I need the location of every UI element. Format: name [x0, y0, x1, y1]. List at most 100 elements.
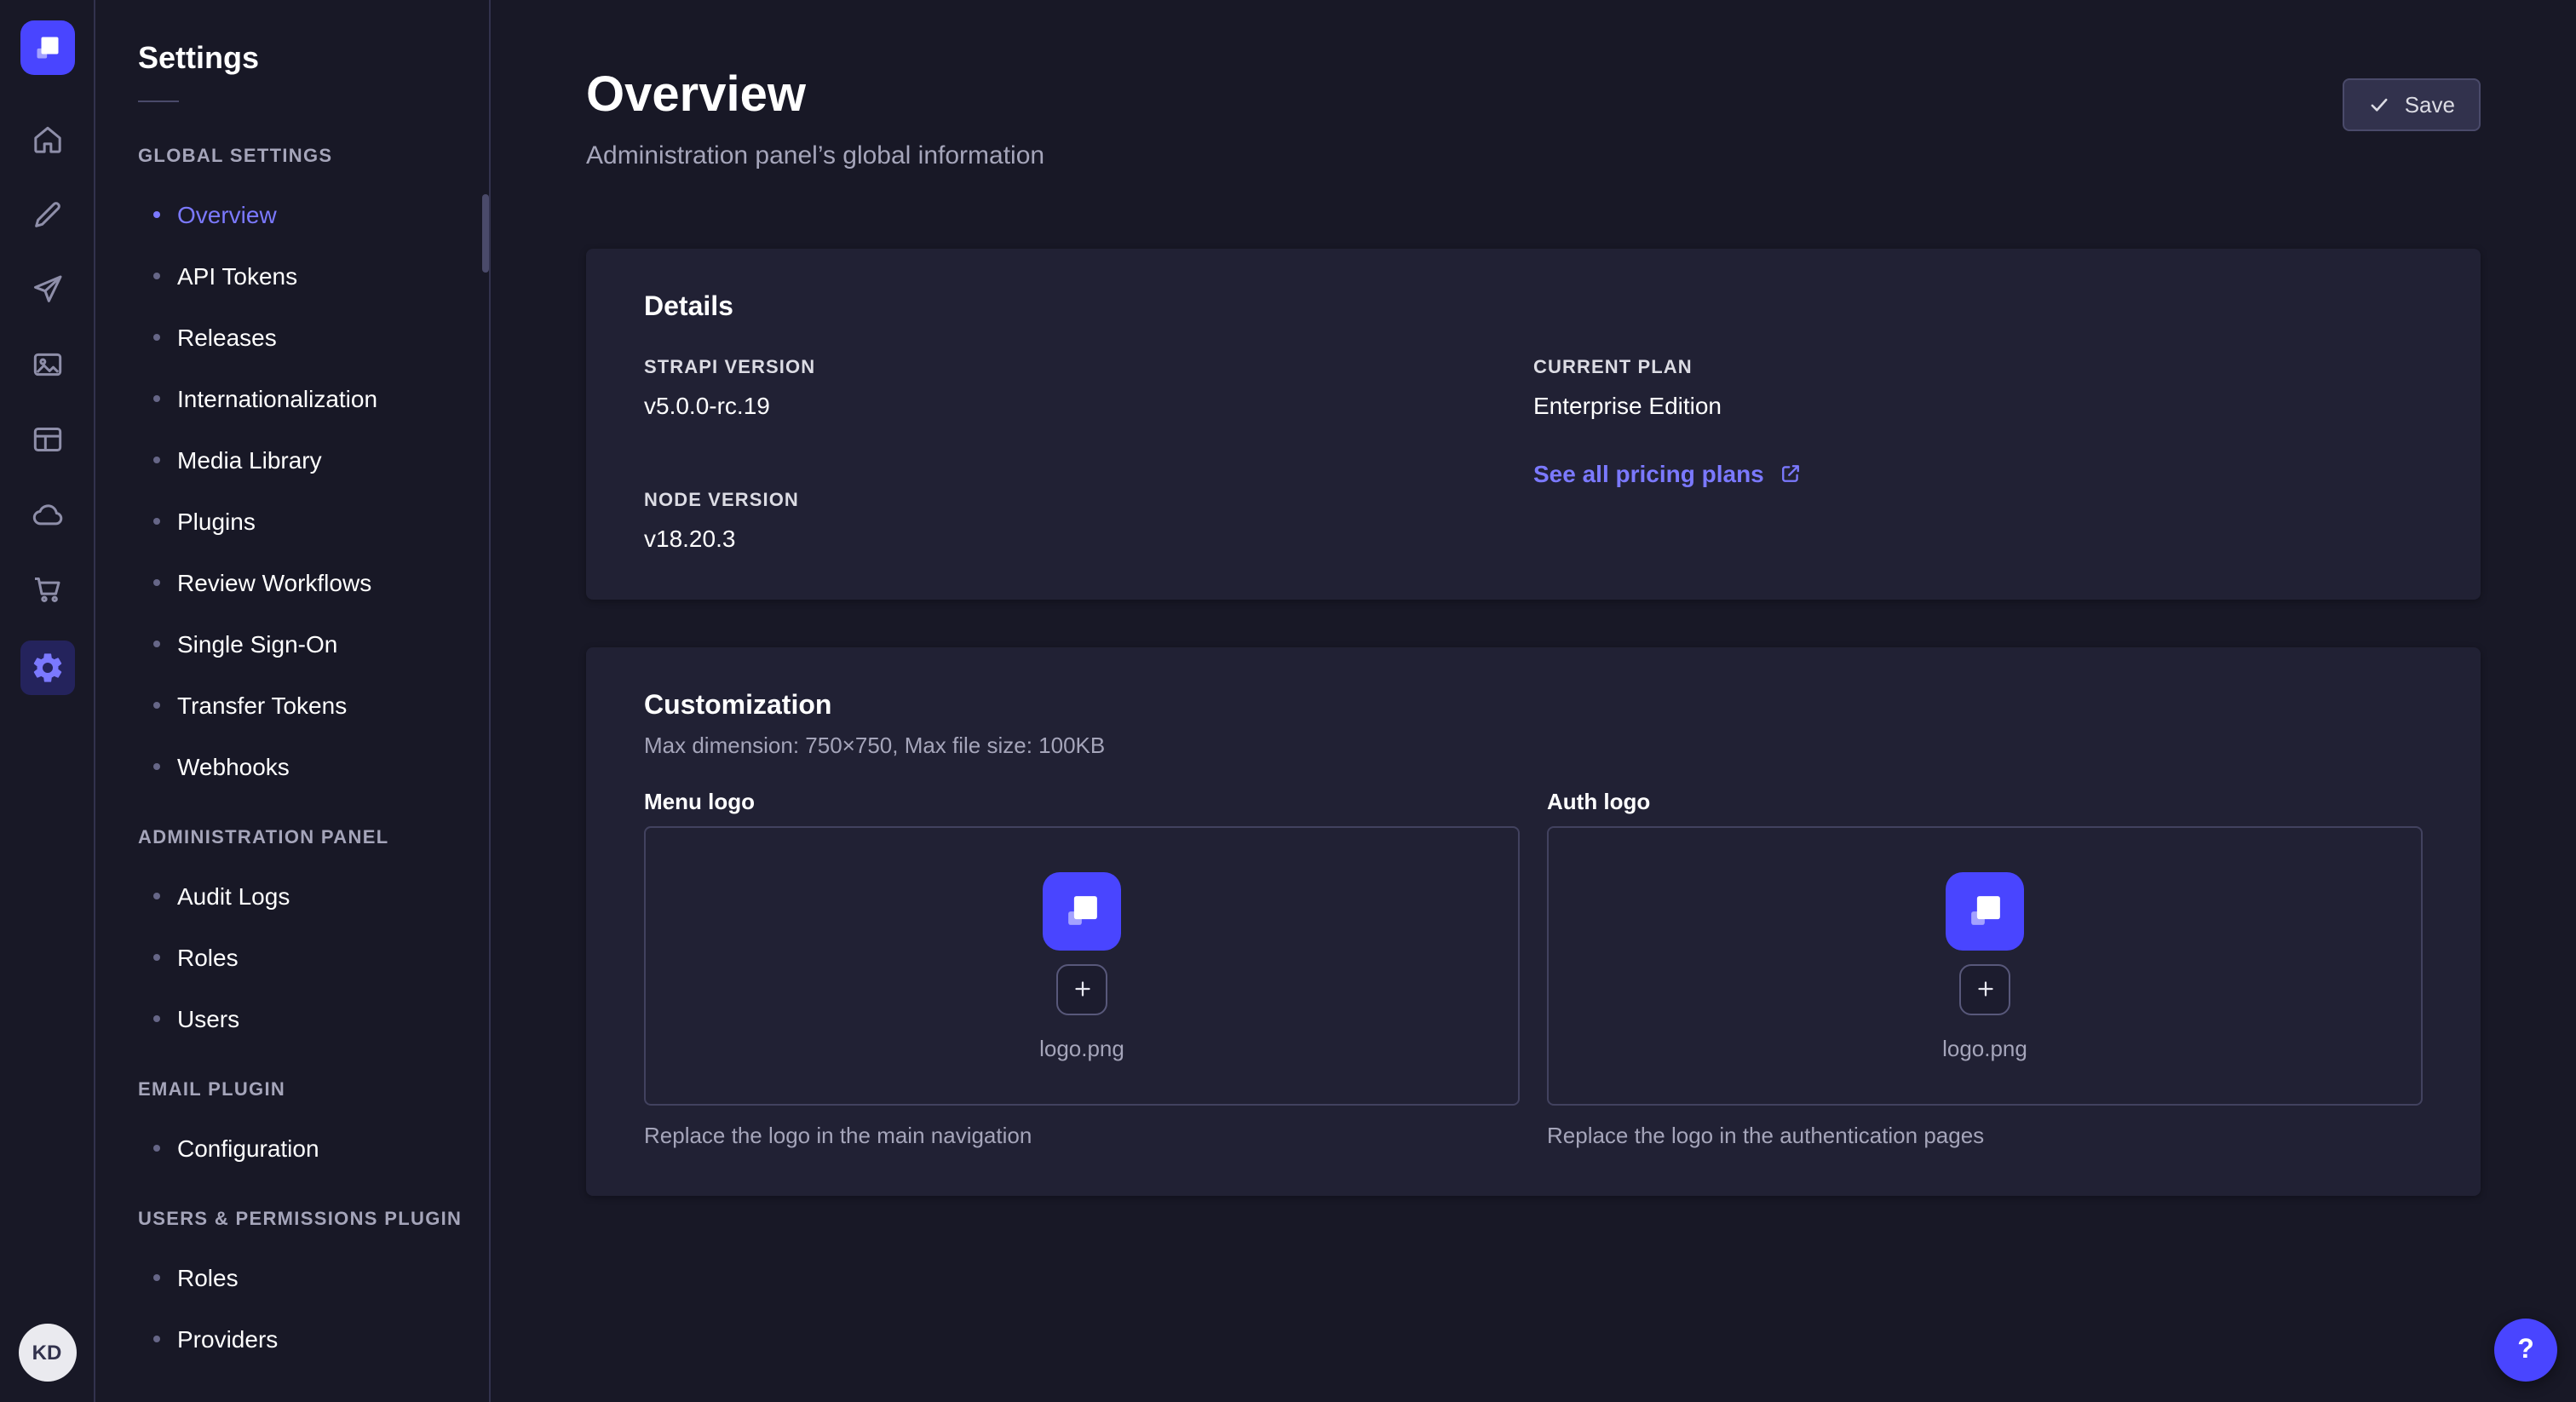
bullet-dot — [153, 702, 160, 709]
sidebar-item-internationalization[interactable]: Internationalization — [95, 368, 489, 429]
bullet-dot — [153, 1145, 160, 1152]
external-link-icon — [1780, 462, 1803, 486]
layout-icon[interactable] — [23, 416, 71, 463]
check-icon — [2369, 94, 2391, 116]
current-plan-field: CURRENT PLAN Enterprise Edition — [1533, 358, 2423, 419]
logo-fields-row: Menu logo logo.png Replace the logo in t… — [644, 789, 2423, 1148]
menu-logo-preview — [1043, 871, 1121, 950]
sidebar-item-single-sign-on[interactable]: Single Sign-On — [95, 613, 489, 675]
sidebar-item-email-configuration[interactable]: Configuration — [95, 1118, 489, 1179]
sidebar-item-label: Media Library — [177, 446, 322, 474]
menu-logo-label: Menu logo — [644, 789, 1520, 814]
settings-sidebar: Settings GLOBAL SETTINGS Overview API To… — [95, 0, 491, 1402]
sidebar-item-label: Review Workflows — [177, 569, 371, 596]
section-administration-panel: ADMINISTRATION PANEL Audit Logs Roles Us… — [95, 828, 489, 1049]
sidebar-item-label: Roles — [177, 944, 239, 971]
field-label: STRAPI VERSION — [644, 358, 1533, 378]
main-nav-rail: KD — [0, 0, 95, 1402]
sidebar-item-up-providers[interactable]: Providers — [95, 1308, 489, 1370]
screen: KD Settings GLOBAL SETTINGS Overview API… — [0, 0, 2576, 1402]
section-list: Overview API Tokens Releases Internation… — [95, 184, 489, 797]
sidebar-item-label: Webhooks — [177, 753, 290, 780]
sidebar-item-up-roles[interactable]: Roles — [95, 1247, 489, 1308]
title-divider — [138, 101, 179, 102]
change-auth-logo-button[interactable] — [1959, 963, 2010, 1014]
bullet-dot — [153, 1274, 160, 1281]
auth-logo-filename: logo.png — [1942, 1035, 2027, 1060]
section-list: Roles Providers — [95, 1247, 489, 1370]
auth-logo-hint: Replace the logo in the authentication p… — [1547, 1123, 2423, 1148]
menu-logo-field: Menu logo logo.png Replace the logo in t… — [644, 789, 1520, 1148]
menu-logo-dropzone[interactable]: logo.png — [644, 826, 1520, 1106]
sidebar-item-label: API Tokens — [177, 262, 297, 290]
sidebar-item-plugins[interactable]: Plugins — [95, 491, 489, 552]
sidebar-item-label: Roles — [177, 1264, 239, 1291]
details-grid: STRAPI VERSION v5.0.0-rc.19 NODE VERSION… — [644, 358, 2423, 552]
sidebar-item-overview[interactable]: Overview — [95, 184, 489, 245]
bullet-dot — [153, 273, 160, 279]
pencil-icon[interactable] — [23, 191, 71, 238]
sidebar-item-webhooks[interactable]: Webhooks — [95, 736, 489, 797]
menu-logo-hint: Replace the logo in the main navigation — [644, 1123, 1520, 1148]
strapi-mark-icon — [1059, 888, 1105, 934]
section-list: Audit Logs Roles Users — [95, 865, 489, 1049]
customization-card: Customization Max dimension: 750×750, Ma… — [586, 647, 2481, 1196]
page-subtitle: Administration panel’s global informatio… — [586, 141, 1044, 170]
section-label: GLOBAL SETTINGS — [138, 147, 489, 167]
sidebar-item-admin-users[interactable]: Users — [95, 988, 489, 1049]
help-button[interactable]: ? — [2494, 1319, 2557, 1382]
sidebar-item-audit-logs[interactable]: Audit Logs — [95, 865, 489, 927]
strapi-version-field: STRAPI VERSION v5.0.0-rc.19 — [644, 358, 1533, 419]
sidebar-item-label: Providers — [177, 1325, 278, 1353]
sidebar-item-label: Internationalization — [177, 385, 377, 412]
field-value: v18.20.3 — [644, 525, 1533, 552]
pricing-plans-link[interactable]: See all pricing plans — [1533, 460, 1803, 487]
strapi-mark-icon — [30, 31, 64, 65]
sidebar-item-label: Transfer Tokens — [177, 692, 347, 719]
paper-plane-icon[interactable] — [23, 266, 71, 313]
strapi-logo[interactable] — [20, 20, 74, 75]
auth-logo-preview — [1946, 871, 2024, 950]
sidebar-item-api-tokens[interactable]: API Tokens — [95, 245, 489, 307]
sidebar-item-label: Overview — [177, 201, 277, 228]
customization-card-subtitle: Max dimension: 750×750, Max file size: 1… — [644, 733, 2423, 758]
field-label: CURRENT PLAN — [1533, 358, 2423, 378]
sidebar-item-label: Users — [177, 1005, 239, 1032]
section-global-settings: GLOBAL SETTINGS Overview API Tokens Rele… — [95, 147, 489, 797]
sidebar-item-label: Audit Logs — [177, 882, 290, 910]
bullet-dot — [153, 395, 160, 402]
sidebar-item-label: Releases — [177, 324, 277, 351]
section-label: USERS & PERMISSIONS PLUGIN — [138, 1210, 489, 1230]
details-card: Details STRAPI VERSION v5.0.0-rc.19 NODE… — [586, 249, 2481, 600]
cart-icon[interactable] — [23, 566, 71, 613]
bullet-dot — [153, 457, 160, 463]
sidebar-item-label: Plugins — [177, 508, 256, 535]
change-menu-logo-button[interactable] — [1056, 963, 1107, 1014]
bullet-dot — [153, 1336, 160, 1342]
strapi-mark-icon — [1962, 888, 2008, 934]
sidebar-scrollbar-thumb[interactable] — [482, 194, 489, 273]
avatar[interactable]: KD — [18, 1324, 76, 1382]
home-icon[interactable] — [23, 116, 71, 164]
sidebar-item-admin-roles[interactable]: Roles — [95, 927, 489, 988]
sidebar-item-label: Configuration — [177, 1135, 319, 1162]
page-header: Overview Administration panel’s global i… — [586, 68, 2481, 170]
bullet-dot — [153, 893, 160, 899]
details-left-column: STRAPI VERSION v5.0.0-rc.19 NODE VERSION… — [644, 358, 1533, 552]
cloud-icon[interactable] — [23, 491, 71, 538]
gear-icon[interactable] — [20, 641, 74, 695]
app-root: KD Settings GLOBAL SETTINGS Overview API… — [0, 0, 2576, 1402]
bullet-dot — [153, 334, 160, 341]
details-right-column: CURRENT PLAN Enterprise Edition See all … — [1533, 358, 2423, 552]
main-content: Overview Administration panel’s global i… — [491, 0, 2576, 1402]
sidebar-item-releases[interactable]: Releases — [95, 307, 489, 368]
sidebar-item-media-library[interactable]: Media Library — [95, 429, 489, 491]
bullet-dot — [153, 211, 160, 218]
sidebar-item-transfer-tokens[interactable]: Transfer Tokens — [95, 675, 489, 736]
auth-logo-dropzone[interactable]: logo.png — [1547, 826, 2423, 1106]
bullet-dot — [153, 763, 160, 770]
media-icon[interactable] — [23, 341, 71, 388]
sidebar-item-review-workflows[interactable]: Review Workflows — [95, 552, 489, 613]
details-card-title: Details — [644, 293, 2423, 324]
save-button[interactable]: Save — [2343, 78, 2481, 131]
